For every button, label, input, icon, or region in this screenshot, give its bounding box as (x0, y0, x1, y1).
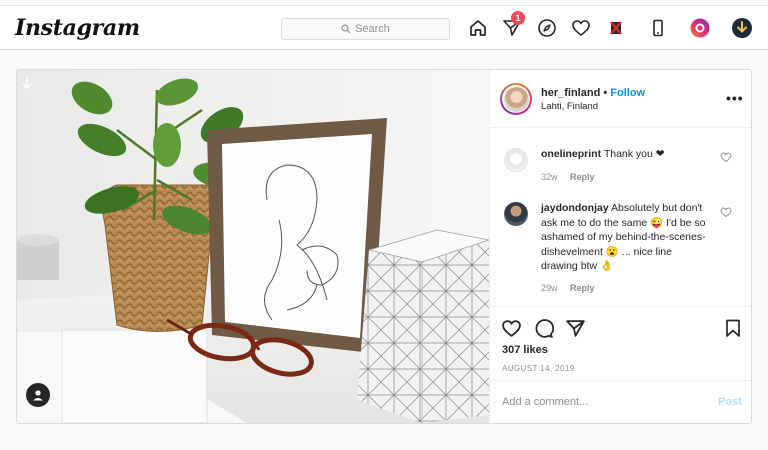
comment-meta: 32w Reply (541, 172, 605, 182)
extension-icon[interactable] (604, 16, 628, 40)
author-username[interactable]: her_finland (541, 87, 600, 99)
comment-meta: 29w Reply (541, 283, 605, 293)
notification-badge: 1 (511, 11, 525, 25)
explore-icon[interactable] (535, 16, 559, 40)
commenter-avatar[interactable] (504, 202, 528, 226)
post-location[interactable]: Lahti, Finland (541, 101, 598, 112)
author-avatar[interactable] (500, 83, 532, 115)
post-actions: 307 likes AUGUST 14, 2019 Add a comment.… (490, 306, 751, 423)
top-navbar: Instagram Search 1 (0, 6, 768, 50)
author-line: her_finland • Follow (541, 87, 645, 99)
commenter-avatar[interactable] (504, 148, 528, 172)
activity-heart-icon[interactable] (569, 16, 593, 40)
user-tag-icon (33, 390, 43, 401)
reply-button[interactable]: Reply (570, 283, 595, 293)
post-sidebar: her_finland • Follow Lahti, Finland ••• … (489, 70, 751, 423)
likes-count[interactable]: 307 likes (502, 344, 548, 356)
comment-2: jaydondonjay Absolutely but don't ask me… (541, 201, 711, 274)
share-icon[interactable] (564, 317, 586, 339)
add-comment-bar: Add a comment... Post (490, 380, 751, 423)
add-comment-input[interactable]: Add a comment... (502, 396, 588, 408)
more-options-icon[interactable]: ••• (726, 90, 744, 106)
post-comment-button[interactable]: Post (718, 396, 742, 408)
comment-like-icon[interactable] (720, 206, 732, 218)
comment-username[interactable]: onelineprint (541, 148, 601, 160)
profile-icon[interactable] (688, 16, 712, 40)
download-icon[interactable] (730, 16, 754, 40)
comment-username[interactable]: jaydondonjay (541, 202, 609, 214)
comment-icon[interactable] (532, 317, 554, 339)
follow-button[interactable]: Follow (610, 87, 645, 99)
separator-dot: • (603, 87, 608, 99)
post-header: her_finland • Follow Lahti, Finland ••• (490, 70, 751, 128)
post-photo[interactable] (17, 70, 489, 423)
comment-age: 29w (541, 283, 558, 293)
tagged-user-button[interactable] (26, 383, 50, 407)
comment-1: onelineprint Thank you ❤ (541, 147, 711, 162)
comment-age: 32w (541, 172, 558, 182)
reply-button[interactable]: Reply (570, 172, 595, 182)
comments-list: onelineprint Thank you ❤ 32w Reply jaydo… (490, 128, 751, 306)
post-date: AUGUST 14, 2019 (502, 364, 575, 373)
direct-message-button[interactable]: 1 (500, 11, 525, 40)
nav-icons: 1 (0, 11, 768, 42)
comment-like-icon[interactable] (720, 151, 732, 163)
post-card: her_finland • Follow Lahti, Finland ••• … (16, 69, 752, 424)
home-icon[interactable] (466, 16, 490, 40)
save-bookmark-icon[interactable] (722, 317, 744, 339)
mobile-icon[interactable] (646, 16, 670, 40)
comment-text: Thank you ❤ (603, 148, 665, 160)
like-icon[interactable] (500, 317, 522, 339)
